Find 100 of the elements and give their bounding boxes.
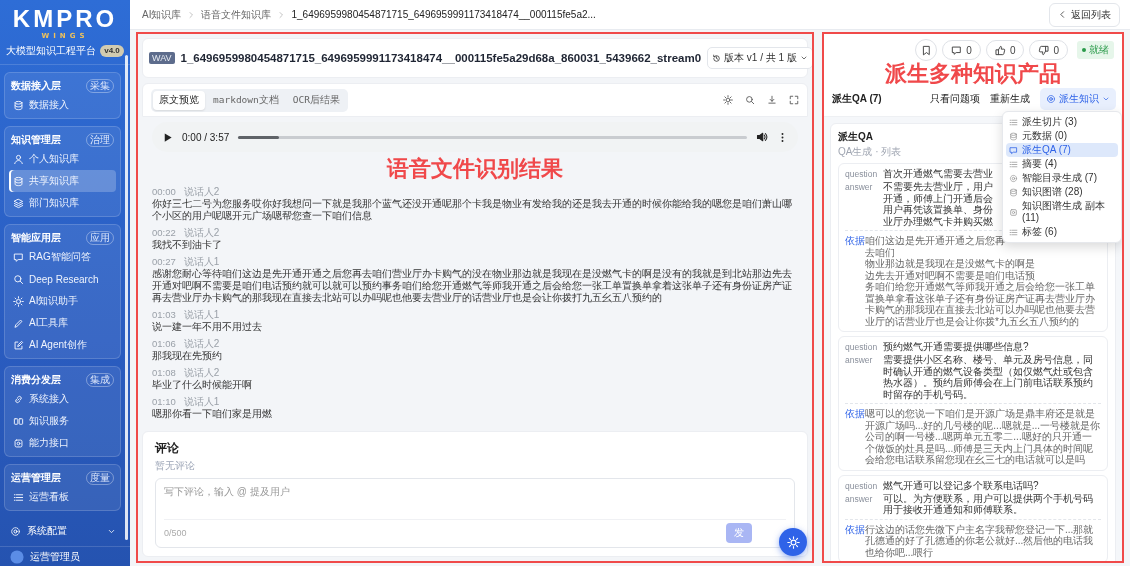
- source-text: 嗯可以的您说一下咱们是开源广场是鼎丰府还是就是开源广场吗...好的几号楼的呢...嗯就是...一号楼就是你公司的啊一号楼...嗯两单元五零二...嗯好的只开通一个做饭的灶具是吗...师傅是三天内上门具体的时间呢会给您电话联系留您现在幺三七的电话就可以是吗: [865, 408, 1101, 466]
- source-text: 物业那边就是我现在是没燃气卡的啊是: [865, 258, 1035, 270]
- sidebar-item[interactable]: AI Agent创作: [9, 334, 116, 356]
- menu-item[interactable]: 派生QA (7): [1006, 143, 1118, 157]
- database-icon: [13, 175, 24, 187]
- sidebar-item[interactable]: 知识服务: [9, 410, 116, 432]
- source-text: 行这边的话您先微下户主名字我帮您登记一下...那就孔德通的好了孔德通的你老公就好...然后他的电话我也给你吧...喂行: [865, 523, 1095, 558]
- view-tab[interactable]: markdown文档: [207, 90, 285, 110]
- avatar-icon: [10, 549, 24, 564]
- sparkle-icon: [786, 535, 800, 549]
- like-button[interactable]: 0: [985, 40, 1025, 60]
- menu-item[interactable]: 智能目录生成 (7): [1006, 171, 1118, 185]
- group-title: 运营管理层: [11, 470, 61, 485]
- gear-icon: [1046, 94, 1056, 104]
- view-tab[interactable]: 原文预览: [153, 90, 205, 110]
- chevron-right-icon: [277, 10, 286, 19]
- comment-button[interactable]: 0: [942, 40, 981, 60]
- breadcrumb-link[interactable]: 语音文件知识库: [201, 7, 272, 22]
- sidebar-item[interactable]: 个人知识库: [9, 148, 116, 170]
- speaker-label: 说话人2: [183, 186, 220, 198]
- download-icon: [767, 95, 777, 105]
- answer-text: 可以。为方便联系，用户可以提供两个手机号码用于接收开通通知和师傅联系。: [883, 492, 1094, 516]
- question-text: 首次开通燃气需要去营业: [883, 168, 993, 180]
- thumbs-down-icon: [1038, 44, 1050, 56]
- menu-item[interactable]: 派生切片 (3): [1006, 115, 1118, 129]
- speaker-label: 说话人1: [183, 309, 220, 321]
- speaker-label: 说话人1: [183, 396, 220, 408]
- sidebar-item[interactable]: AI知识助手: [9, 290, 116, 312]
- view-tab[interactable]: OCR后结果: [286, 90, 346, 110]
- group-title: 数据接入层: [11, 78, 61, 93]
- sidebar-item[interactable]: 系统接入: [9, 388, 116, 410]
- field-label: answer: [845, 181, 874, 194]
- menu-item[interactable]: 标签 (6): [1006, 225, 1118, 239]
- thumbs-up-icon: [994, 44, 1006, 56]
- menu-item[interactable]: 知识图谱 (28): [1006, 185, 1118, 199]
- bookmark-icon: [920, 44, 932, 56]
- sidebar-item[interactable]: AI工具库: [9, 312, 116, 334]
- annotation-label: 派生多种知识产品: [884, 62, 1062, 86]
- timestamp: 01:10: [152, 396, 176, 408]
- filter-button[interactable]: 只看问题项: [930, 92, 980, 106]
- file-type-badge: WAV: [149, 52, 175, 64]
- back-button[interactable]: 返回列表: [1049, 2, 1120, 27]
- sidebar-item[interactable]: 部门知识库: [9, 192, 116, 214]
- status-tag: 就绪: [1077, 41, 1114, 59]
- regenerate-button[interactable]: 重新生成: [990, 92, 1030, 106]
- menu-item[interactable]: 元数据 (0): [1006, 129, 1118, 143]
- menu-item[interactable]: 摘要 (4): [1006, 157, 1118, 171]
- transcript-text: 嗯那你看一下咱们家是用燃: [152, 408, 273, 420]
- breadcrumb-link[interactable]: 1_6496959980454871715_6496959991173418474__000115fe5a2...: [291, 9, 596, 20]
- field-label: question: [845, 479, 879, 492]
- section-subtitle: QA生成 · 列表: [838, 145, 902, 159]
- group-title: 智能应用层: [11, 230, 61, 245]
- search-icon: [13, 273, 24, 285]
- list-icon: [1009, 159, 1018, 169]
- sidebar-item[interactable]: 数据接入: [9, 94, 116, 116]
- sidebar-item[interactable]: RAG智能问答: [9, 246, 116, 268]
- character-count: 0/500: [164, 528, 187, 538]
- progress-track[interactable]: [238, 135, 747, 139]
- sparkle-icon: [13, 295, 24, 307]
- volume-icon: [756, 131, 768, 143]
- file-name: 1_6496959980454871715_6496959991173418474__000115fe5a29d68a_860031_5439662_stream0: [180, 52, 702, 64]
- scrollbar[interactable]: [125, 55, 128, 540]
- play-icon: [162, 131, 173, 143]
- sidebar-item[interactable]: 运营看板: [9, 486, 116, 508]
- dislike-button[interactable]: 0: [1029, 40, 1068, 60]
- chevron-down-icon: [799, 54, 808, 62]
- chevron-left-icon: [1058, 10, 1067, 19]
- source-label: 依据: [845, 235, 865, 248]
- settings-item[interactable]: 系统配置: [0, 520, 130, 542]
- audio-player[interactable]: 0:00 / 3:57: [152, 122, 798, 152]
- menu-item[interactable]: 知识图谱生成 副本 (11): [1006, 199, 1118, 225]
- person-icon: [13, 153, 24, 165]
- section-title: 派生QA: [838, 130, 873, 144]
- list-icon: [1009, 117, 1018, 127]
- pencil-icon: [13, 317, 24, 329]
- group-title: 知识管理层: [11, 132, 61, 147]
- gear-icon: [1009, 173, 1018, 183]
- question-text: 燃气开通可以登记多个联系电话吗?: [883, 479, 1039, 492]
- chip-icon: [13, 437, 24, 449]
- sidebar-item[interactable]: Deep Research: [9, 268, 116, 290]
- annotation-label: 语音文件识别结果: [387, 157, 563, 181]
- chat-icon: [1009, 145, 1018, 155]
- platform-name: 大模型知识工程平台: [6, 44, 97, 58]
- speaker-label: 说话人2: [183, 227, 220, 239]
- derive-dropdown-button[interactable]: 派生知识: [1040, 88, 1116, 110]
- timestamp: 01:08: [152, 367, 176, 379]
- logo-text: KMPRO: [12, 6, 118, 32]
- user-item[interactable]: 运营管理员: [0, 546, 130, 566]
- answer-text: 开通，师傅上门开通后会: [883, 192, 993, 204]
- link-icon: [13, 393, 24, 405]
- comment-field[interactable]: 写下评论，输入 @ 提及用户: [164, 485, 786, 519]
- edit-icon: [13, 339, 24, 351]
- speaker-label: 说话人2: [183, 338, 220, 350]
- version-select[interactable]: 版本 v1 / 共 1 版: [707, 47, 812, 69]
- sidebar-item[interactable]: 能力接口: [9, 432, 116, 454]
- answer-text: 需要提供小区名称、楼号、单元及房号信息，同时确认开通的燃气设备类型（如仅燃气灶或包含热水器）。预约后师傅会在上门前电话联系预约时留存的手机号码。: [883, 354, 1094, 400]
- timestamp: 00:27: [152, 256, 176, 268]
- bookmark-button[interactable]: [915, 39, 938, 61]
- settings-icon: [10, 525, 21, 537]
- breadcrumb-link[interactable]: AI知识库: [142, 7, 182, 22]
